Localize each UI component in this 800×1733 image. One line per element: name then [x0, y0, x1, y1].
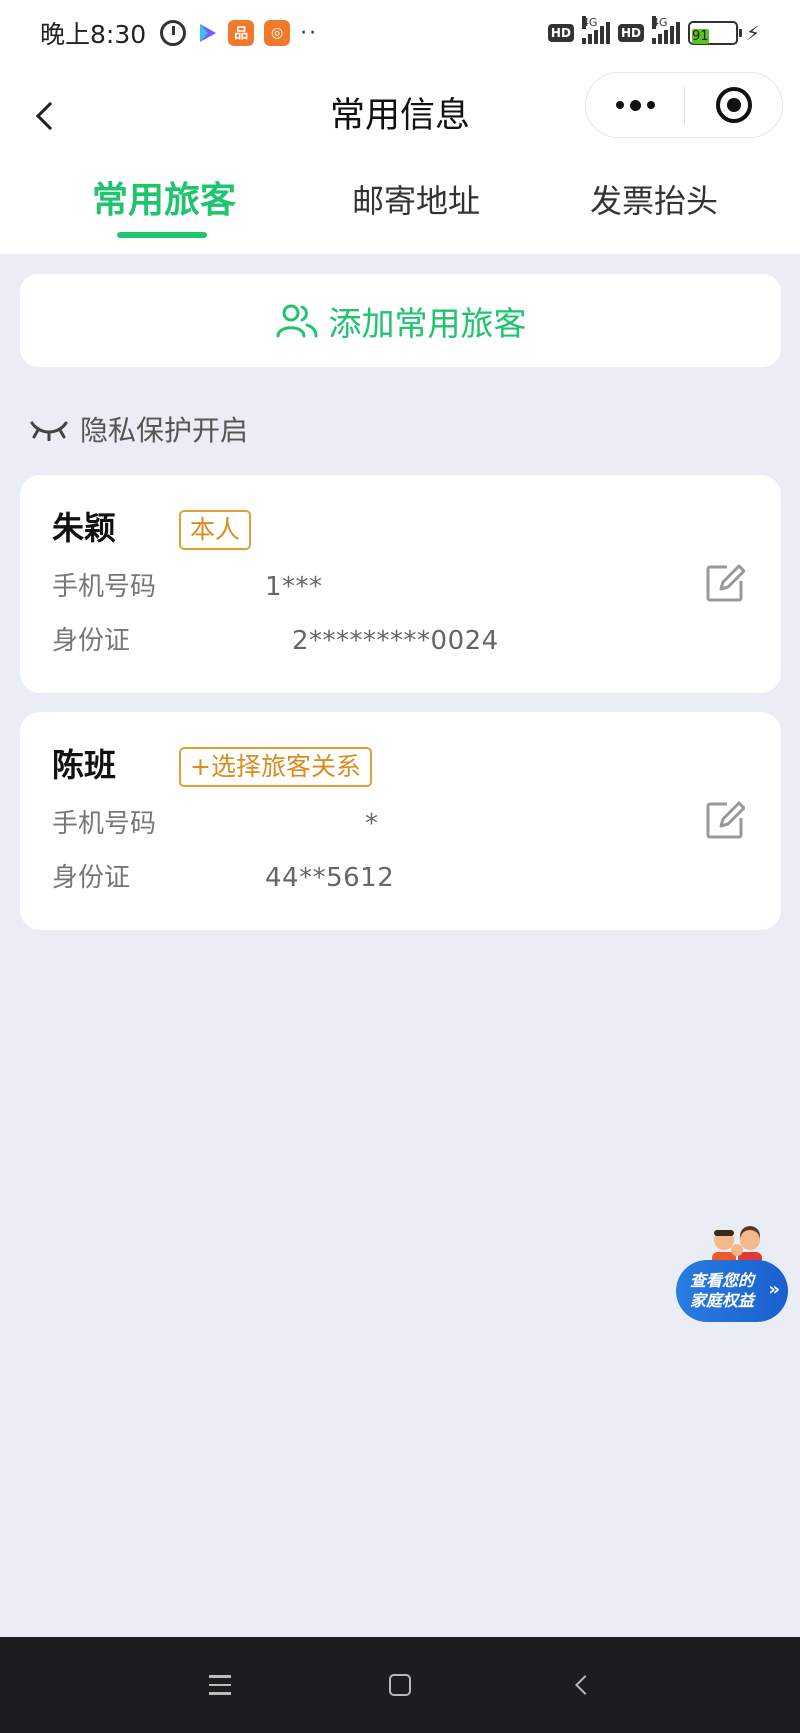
privacy-toggle[interactable]: 隐私保护开启 — [30, 404, 248, 454]
signal-icon: 4G — [581, 16, 610, 44]
id-value: 44**5612 — [265, 863, 395, 893]
active-tab-indicator — [117, 232, 207, 238]
banner-line-2: 家庭权益 — [690, 1291, 755, 1310]
benefits-pill[interactable]: 查看您的 家庭权益 » — [676, 1260, 788, 1322]
passenger-card[interactable]: 朱颖 本人 手机号码 1*** 身份证 2*********0024 — [20, 475, 781, 693]
passenger-name: 陈班 — [52, 746, 117, 784]
people-icon — [276, 304, 317, 337]
alarm-icon — [160, 20, 187, 46]
battery-icon: 91 — [687, 21, 742, 45]
tab-frequent-passengers[interactable]: 常用旅客 — [92, 176, 236, 236]
tab-bar: 常用旅客 邮寄地址 发票抬头 — [0, 166, 800, 254]
close-button[interactable] — [685, 73, 782, 137]
add-passenger-button[interactable]: 添加常用旅客 — [20, 274, 781, 367]
phone-label: 手机号码 — [52, 572, 157, 602]
system-back-button[interactable] — [560, 1663, 604, 1707]
relation-badge: 本人 — [179, 510, 252, 550]
home-button[interactable] — [378, 1663, 422, 1707]
hd-icon: HD — [547, 24, 574, 42]
mini-program-capsule — [585, 72, 783, 138]
edit-icon[interactable] — [705, 800, 745, 840]
status-time: 晚上8:30 — [40, 20, 147, 49]
more-notifications-icon: ·· — [300, 20, 319, 46]
nav-bar: 常用信息 — [0, 66, 800, 166]
map-app-icon: ◎ — [264, 20, 291, 46]
double-chevron-icon: » — [768, 1279, 780, 1300]
battery-level: 91 — [691, 29, 709, 44]
tab-mailing-address[interactable]: 邮寄地址 — [352, 176, 480, 236]
id-label: 身份证 — [52, 863, 131, 893]
more-button[interactable] — [586, 73, 684, 137]
phone-value: 1*** — [265, 572, 323, 602]
signal-icon-2: 4G — [651, 16, 680, 44]
recent-apps-button[interactable] — [198, 1663, 242, 1707]
status-bar: 晚上8:30 品 ◎ ·· HD 4G HD 4G 91 ⚡ — [0, 0, 800, 66]
passenger-name: 朱颖 — [52, 509, 117, 547]
video-app-icon — [196, 22, 218, 44]
phone-value: * — [365, 809, 379, 839]
id-label: 身份证 — [52, 626, 131, 656]
add-passenger-label: 添加常用旅客 — [328, 303, 527, 343]
select-relation-button[interactable]: +选择旅客关系 — [179, 747, 372, 787]
charging-icon: ⚡ — [745, 21, 760, 45]
hd-icon-2: HD — [617, 24, 644, 42]
family-benefits-banner[interactable]: 查看您的 家庭权益 » — [676, 1226, 788, 1324]
passenger-card[interactable]: 陈班 +选择旅客关系 手机号码 * 身份证 44**5612 — [20, 712, 781, 930]
status-indicators: HD 4G HD 4G 91 ⚡ — [547, 0, 760, 66]
target-icon — [715, 87, 752, 123]
phone-label: 手机号码 — [52, 809, 157, 839]
banner-line-1: 查看您的 — [690, 1271, 755, 1290]
edit-icon[interactable] — [705, 563, 745, 603]
shopping-app-icon: 品 — [228, 20, 255, 46]
system-nav-bar — [0, 1637, 800, 1733]
id-value: 2*********0024 — [292, 626, 499, 656]
tab-invoice-title[interactable]: 发票抬头 — [590, 176, 718, 236]
privacy-label: 隐私保护开启 — [80, 414, 249, 447]
eye-closed-icon — [30, 421, 68, 441]
